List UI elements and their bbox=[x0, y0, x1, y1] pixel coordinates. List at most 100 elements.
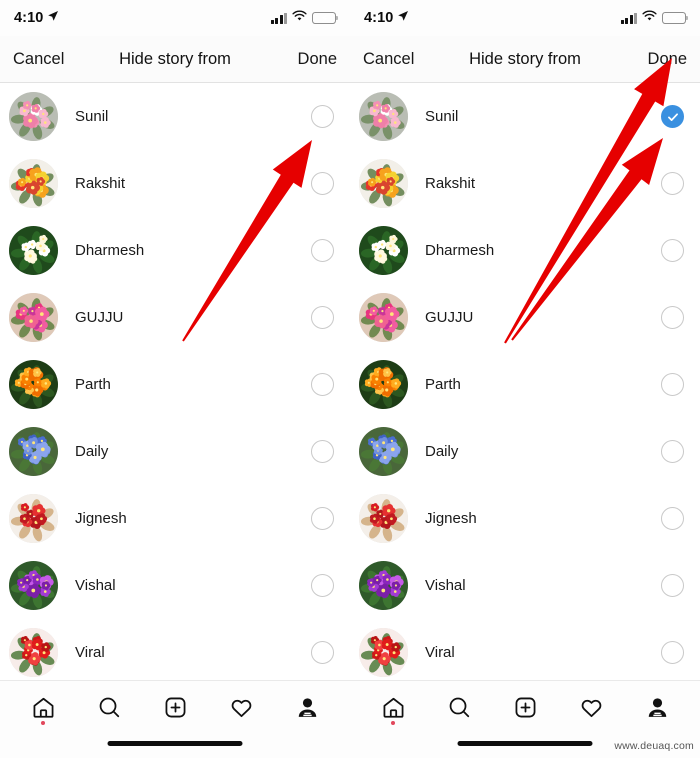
checkbox-unselected[interactable] bbox=[311, 306, 334, 329]
contact-list-left: Sunil Rakshit Dharmesh GUJJU Parth Daily Jigne… bbox=[0, 83, 350, 686]
checkbox-unselected[interactable] bbox=[311, 574, 334, 597]
contact-row[interactable]: GUJJU bbox=[350, 284, 700, 351]
checkbox-unselected[interactable] bbox=[311, 172, 334, 195]
contact-row[interactable]: Sunil bbox=[350, 83, 700, 150]
done-button[interactable]: Done bbox=[298, 50, 337, 69]
search-icon bbox=[97, 695, 122, 720]
checkbox-unselected[interactable] bbox=[311, 373, 334, 396]
nav-header-left: Cancel Hide story from Done bbox=[0, 36, 350, 83]
battery-charging-icon: ⚡ bbox=[312, 12, 338, 25]
tab-heart[interactable] bbox=[571, 690, 611, 724]
contact-row[interactable]: Viral bbox=[0, 619, 350, 686]
tab-profile[interactable] bbox=[287, 690, 327, 724]
profile-icon bbox=[295, 695, 320, 720]
status-bar-left: 4:10 ⚡ bbox=[0, 0, 350, 36]
status-bar-indicators-right: ⚡ bbox=[620, 9, 688, 27]
contact-row[interactable]: Vishal bbox=[0, 552, 350, 619]
avatar bbox=[359, 293, 408, 342]
contact-row[interactable]: Rakshit bbox=[350, 150, 700, 217]
tab-add-post[interactable] bbox=[155, 690, 195, 724]
checkbox-selected[interactable] bbox=[661, 105, 684, 128]
contact-list-right: Sunil Rakshit Dharmesh GUJJU Parth Daily Jigne… bbox=[350, 83, 700, 686]
contact-name: Rakshit bbox=[425, 175, 476, 192]
contact-row[interactable]: Daily bbox=[350, 418, 700, 485]
contact-row[interactable]: Viral bbox=[350, 619, 700, 686]
contact-row[interactable]: Daily bbox=[0, 418, 350, 485]
avatar bbox=[359, 561, 408, 610]
home-icon bbox=[381, 695, 406, 720]
contact-row[interactable]: Vishal bbox=[350, 552, 700, 619]
contact-row[interactable]: Parth bbox=[350, 351, 700, 418]
contact-name: Sunil bbox=[425, 108, 459, 125]
profile-icon bbox=[645, 695, 670, 720]
avatar bbox=[9, 92, 58, 141]
contact-row[interactable]: Jignesh bbox=[350, 485, 700, 552]
tab-home[interactable] bbox=[373, 690, 413, 725]
avatar bbox=[9, 494, 58, 543]
avatar bbox=[9, 159, 58, 208]
add-post-icon bbox=[163, 695, 188, 720]
contact-row[interactable]: GUJJU bbox=[0, 284, 350, 351]
tab-profile[interactable] bbox=[637, 690, 677, 724]
contact-name: Jignesh bbox=[75, 510, 127, 527]
bottom-tabbar-left bbox=[0, 680, 350, 758]
checkbox-unselected[interactable] bbox=[311, 507, 334, 530]
contact-name: Parth bbox=[425, 376, 461, 393]
checkbox-unselected[interactable] bbox=[311, 641, 334, 664]
checkbox-unselected[interactable] bbox=[661, 507, 684, 530]
contact-name: GUJJU bbox=[75, 309, 124, 326]
contact-name: Viral bbox=[425, 644, 455, 661]
checkbox-unselected[interactable] bbox=[661, 373, 684, 396]
done-button[interactable]: Done bbox=[648, 50, 687, 69]
contact-row[interactable]: Parth bbox=[0, 351, 350, 418]
contact-row[interactable]: Jignesh bbox=[0, 485, 350, 552]
phone-screen-right: 4:10 ⚡ Cancel Hide story from Done Sunil… bbox=[350, 0, 700, 758]
avatar bbox=[359, 360, 408, 409]
avatar bbox=[9, 561, 58, 610]
nav-header-right: Cancel Hide story from Done bbox=[350, 36, 700, 83]
contact-name: Daily bbox=[425, 443, 459, 460]
cancel-button[interactable]: Cancel bbox=[13, 50, 64, 69]
checkbox-unselected[interactable] bbox=[661, 574, 684, 597]
search-icon bbox=[447, 695, 472, 720]
checkbox-unselected[interactable] bbox=[661, 239, 684, 262]
tab-add-post[interactable] bbox=[505, 690, 545, 724]
avatar bbox=[359, 628, 408, 677]
checkbox-unselected[interactable] bbox=[661, 172, 684, 195]
dual-screenshot-comparison: 4:10 ⚡ Cancel Hide story from Done Sunil… bbox=[0, 0, 700, 758]
avatar bbox=[359, 427, 408, 476]
contact-name: Daily bbox=[75, 443, 109, 460]
contact-row[interactable]: Sunil bbox=[0, 83, 350, 150]
status-bar-time-group: 4:10 bbox=[364, 10, 409, 26]
status-bar-time-group: 4:10 bbox=[14, 10, 59, 26]
avatar bbox=[359, 494, 408, 543]
contact-name: Parth bbox=[75, 376, 111, 393]
tab-home[interactable] bbox=[23, 690, 63, 725]
checkbox-unselected[interactable] bbox=[661, 641, 684, 664]
add-post-icon bbox=[513, 695, 538, 720]
wifi-icon bbox=[642, 9, 657, 27]
checkbox-unselected[interactable] bbox=[661, 306, 684, 329]
contact-name: Vishal bbox=[425, 577, 466, 594]
heart-icon bbox=[229, 695, 254, 720]
checkbox-unselected[interactable] bbox=[661, 440, 684, 463]
battery-charging-icon: ⚡ bbox=[662, 12, 688, 25]
checkbox-unselected[interactable] bbox=[311, 239, 334, 262]
tab-heart[interactable] bbox=[221, 690, 261, 724]
notification-dot bbox=[41, 721, 45, 725]
tab-search[interactable] bbox=[89, 690, 129, 724]
contact-name: Viral bbox=[75, 644, 105, 661]
contact-row[interactable]: Dharmesh bbox=[350, 217, 700, 284]
contact-row[interactable]: Rakshit bbox=[0, 150, 350, 217]
checkbox-unselected[interactable] bbox=[311, 105, 334, 128]
contact-name: Dharmesh bbox=[75, 242, 145, 259]
contact-row[interactable]: Dharmesh bbox=[0, 217, 350, 284]
phone-screen-left: 4:10 ⚡ Cancel Hide story from Done Sunil… bbox=[0, 0, 350, 758]
contact-name: Jignesh bbox=[425, 510, 477, 527]
avatar bbox=[9, 628, 58, 677]
avatar bbox=[9, 293, 58, 342]
location-arrow-icon bbox=[397, 10, 409, 26]
cancel-button[interactable]: Cancel bbox=[363, 50, 414, 69]
tab-search[interactable] bbox=[439, 690, 479, 724]
checkbox-unselected[interactable] bbox=[311, 440, 334, 463]
